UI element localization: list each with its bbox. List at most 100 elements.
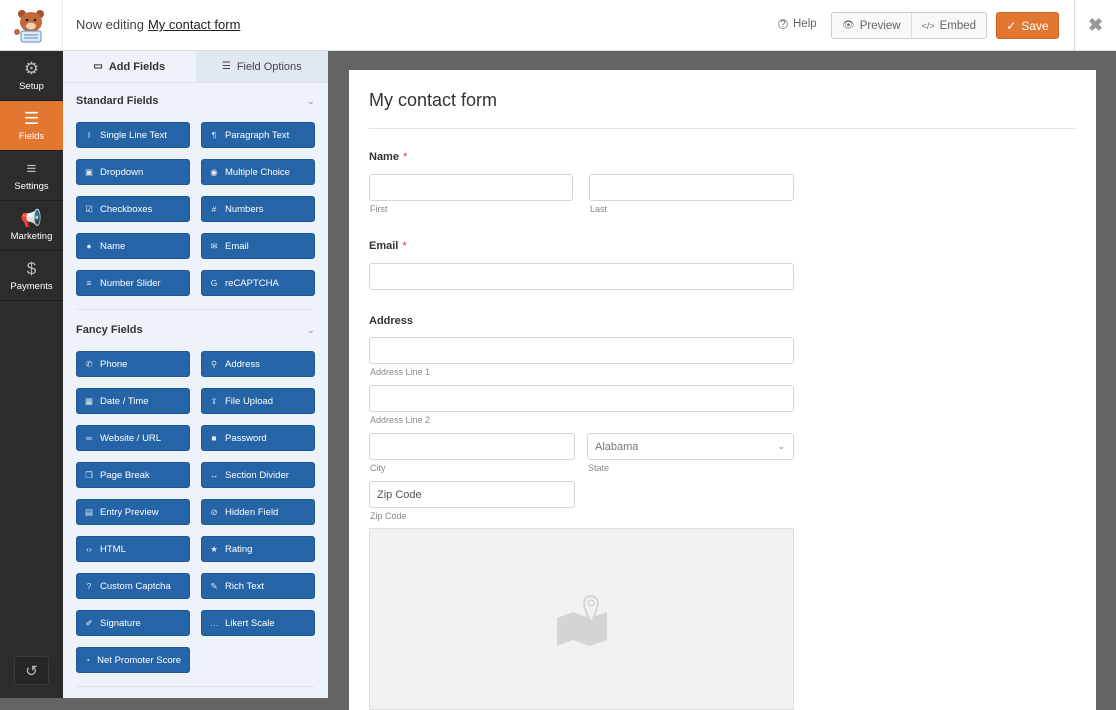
- add-field-hidden-field[interactable]: ⊘ Hidden Field: [201, 499, 315, 525]
- code-icon: </>: [921, 20, 935, 31]
- required-marker: *: [402, 151, 408, 163]
- add-field-likert-scale[interactable]: … Likert Scale: [201, 610, 315, 636]
- chevron-down-icon: ⌄: [306, 324, 315, 336]
- nav-item-setup[interactable]: ⚙ Setup: [0, 51, 63, 101]
- eye-slash-icon: ⊘: [210, 506, 218, 517]
- calendar-icon: ▦: [85, 395, 94, 406]
- standard-fields-header[interactable]: Standard Fields ⌄: [63, 83, 328, 119]
- wpforms-logo: [0, 0, 63, 50]
- preview-button[interactable]: 👁 Preview: [832, 13, 911, 38]
- add-field-page-break[interactable]: ❐ Page Break: [76, 462, 190, 488]
- embed-button[interactable]: </> Embed: [910, 13, 986, 38]
- add-field-checkboxes[interactable]: ☑ Checkboxes: [76, 196, 190, 222]
- add-field-custom-captcha[interactable]: ? Custom Captcha: [76, 573, 190, 599]
- nav-item-fields[interactable]: ☰ Fields: [0, 101, 63, 151]
- fancy-fields-header[interactable]: Fancy Fields ⌄: [63, 312, 328, 348]
- revisions-button[interactable]: ↺: [14, 656, 49, 685]
- fields-panel: ▭ Add Fields ☰ Field Options Standard Fiel…: [63, 51, 328, 698]
- add-field-rich-text[interactable]: ✎ Rich Text: [201, 573, 315, 599]
- add-field-date-time[interactable]: ▦ Date / Time: [76, 388, 190, 414]
- slider-icon: ≡: [86, 278, 92, 288]
- envelope-icon: ✉: [210, 240, 218, 251]
- chevron-down-icon: ⌄: [777, 441, 785, 451]
- help-button[interactable]: ? Help: [778, 18, 817, 30]
- question-circle-icon: ?: [86, 581, 92, 591]
- add-field-address[interactable]: ⚲ Address: [201, 351, 315, 377]
- nav-item-payments[interactable]: $ Payments: [0, 251, 63, 301]
- form-name-link[interactable]: My contact form: [148, 17, 240, 32]
- megaphone-icon: 📢: [20, 208, 43, 228]
- gear-icon: ⚙: [23, 58, 40, 78]
- last-name-input[interactable]: [589, 174, 794, 201]
- edit-icon: ✎: [210, 580, 218, 591]
- add-field-recaptcha[interactable]: GreCAPTCHA: [201, 270, 315, 296]
- tab-add-fields[interactable]: ▭ Add Fields: [63, 51, 196, 82]
- title-divider: [369, 128, 1076, 129]
- star-icon: ★: [210, 543, 218, 554]
- first-name-input[interactable]: [369, 174, 573, 201]
- standard-fields-grid: I Single Line Text ¶ Paragraph Text ▣ Dropdow…: [63, 119, 328, 309]
- city-input[interactable]: [369, 433, 575, 460]
- add-field-email[interactable]: ✉ Email: [201, 233, 315, 259]
- divider-icon: ↔: [210, 470, 219, 480]
- add-field-signature[interactable]: ✐ Signature: [76, 610, 190, 636]
- copy-icon: ❐: [85, 469, 93, 480]
- address-map-placeholder: [369, 528, 794, 710]
- add-field-html[interactable]: ‹› HTML: [76, 536, 190, 562]
- address-line2-input[interactable]: [369, 385, 794, 412]
- last-sublabel: Last: [590, 204, 608, 214]
- question-circle-icon: ?: [778, 19, 788, 30]
- map-pin-icon: ⚲: [210, 358, 218, 369]
- list-icon: ▭: [93, 61, 103, 72]
- add-field-paragraph-text[interactable]: ¶ Paragraph Text: [201, 122, 315, 148]
- add-field-rating[interactable]: ★ Rating: [201, 536, 315, 562]
- name-field-label: Name *: [369, 151, 408, 163]
- form-title: My contact form: [369, 90, 498, 110]
- add-field-number-slider[interactable]: ≡ Number Slider: [76, 270, 190, 296]
- tab-field-options[interactable]: ☰ Field Options: [195, 51, 328, 82]
- eye-icon: 👁: [842, 20, 855, 31]
- file-icon: ▤: [85, 506, 94, 517]
- zip-code-input[interactable]: Zip Code: [369, 481, 575, 508]
- close-icon: ✖: [1087, 14, 1104, 35]
- email-input[interactable]: [369, 263, 794, 290]
- add-field-single-line-text[interactable]: I Single Line Text: [76, 122, 190, 148]
- nav-item-settings[interactable]: ≡ Settings: [0, 151, 63, 201]
- link-icon: ∞: [85, 433, 93, 443]
- add-field-name[interactable]: ● Name: [76, 233, 190, 259]
- add-field-section-divider[interactable]: ↔ Section Divider: [201, 462, 315, 488]
- state-select[interactable]: Alabama ⌄: [587, 433, 794, 460]
- panel-tabs: ▭ Add Fields ☰ Field Options: [63, 51, 328, 83]
- save-button[interactable]: ✓ Save: [996, 12, 1059, 39]
- chevron-down-icon: ⌄: [306, 95, 315, 107]
- section-divider: [76, 309, 315, 310]
- dropdown-icon: ▣: [85, 166, 94, 177]
- add-field-password[interactable]: ■ Password: [201, 425, 315, 451]
- ellipsis-icon: …: [210, 618, 219, 628]
- checkmark-icon: ✓: [1006, 18, 1017, 33]
- add-field-file-upload[interactable]: ⇪ File Upload: [201, 388, 315, 414]
- add-field-net-promoter-score[interactable]: ◔ Net Promoter Score: [76, 647, 190, 673]
- code-icon: ‹›: [86, 544, 92, 554]
- city-sublabel: City: [370, 463, 386, 473]
- google-icon: G: [210, 278, 218, 288]
- editing-title: Now editing My contact form: [76, 17, 241, 32]
- preview-embed-group: 👁 Preview </> Embed: [831, 12, 988, 39]
- add-field-phone[interactable]: ✆ Phone: [76, 351, 190, 377]
- fancy-fields-grid: ✆ Phone ⚲ Address ▦ Date / Time ⇪ File Upload ∞ W…: [63, 348, 328, 686]
- history-icon: ↺: [25, 662, 38, 680]
- add-field-numbers[interactable]: # Numbers: [201, 196, 315, 222]
- address-line1-input[interactable]: [369, 337, 794, 364]
- add-field-website-url[interactable]: ∞ Website / URL: [76, 425, 190, 451]
- nav-item-marketing[interactable]: 📢 Marketing: [0, 201, 63, 251]
- address-line2-sublabel: Address Line 2: [370, 415, 431, 425]
- hash-icon: #: [211, 204, 217, 214]
- zip-code-sublabel: Zip Code: [370, 511, 407, 521]
- pen-icon: ✐: [85, 617, 93, 628]
- add-field-multiple-choice[interactable]: ◉ Multiple Choice: [201, 159, 315, 185]
- close-button[interactable]: ✖: [1074, 0, 1116, 50]
- add-field-entry-preview[interactable]: ▤ Entry Preview: [76, 499, 190, 525]
- paragraph-icon: ¶: [211, 130, 217, 140]
- add-field-dropdown[interactable]: ▣ Dropdown: [76, 159, 190, 185]
- bear-mascot-icon: [14, 10, 44, 43]
